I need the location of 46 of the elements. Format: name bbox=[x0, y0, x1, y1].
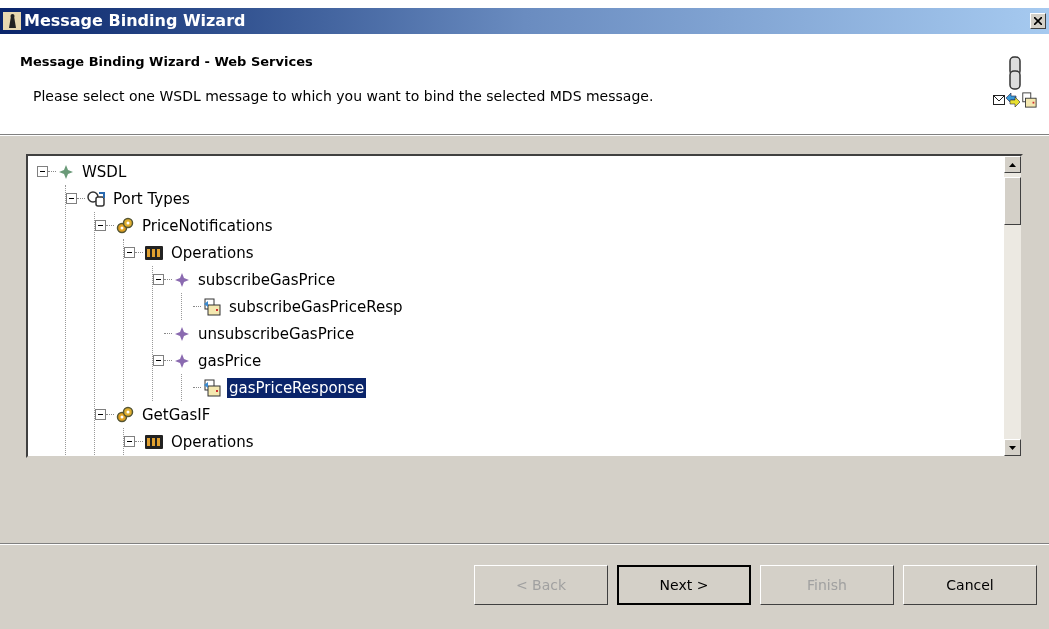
diamond-star-icon bbox=[58, 163, 74, 180]
envelope-icon bbox=[993, 95, 1005, 105]
swap-arrows-icon bbox=[1006, 93, 1020, 107]
wizard-button[interactable]: Next > bbox=[617, 565, 751, 605]
plug-icon bbox=[87, 190, 105, 207]
tree-item[interactable]: gasPriceResponse bbox=[227, 377, 367, 398]
tree-item[interactable]: WSDL bbox=[80, 161, 129, 182]
wizard-button[interactable]: Cancel bbox=[903, 565, 1037, 605]
collapse-toggle[interactable] bbox=[153, 355, 164, 366]
tree-item[interactable]: subscribeGasPrice bbox=[196, 269, 338, 290]
collapse-toggle[interactable] bbox=[66, 193, 77, 204]
tree-item[interactable]: GetGasIF bbox=[140, 404, 213, 425]
message-document-icon bbox=[1021, 92, 1037, 108]
page-description: Please select one WSDL message to which you want to bind the selected MDS message. bbox=[33, 86, 654, 106]
close-button[interactable] bbox=[1030, 13, 1046, 29]
chain-link-icon bbox=[1008, 56, 1022, 92]
scroll-thumb[interactable] bbox=[1004, 177, 1021, 225]
tree-item[interactable]: Operations bbox=[169, 242, 256, 263]
scrollbar[interactable] bbox=[1004, 156, 1021, 456]
collapse-toggle[interactable] bbox=[153, 274, 164, 285]
collapse-toggle[interactable] bbox=[37, 166, 48, 177]
message-document-icon bbox=[203, 297, 221, 316]
panel-icon bbox=[145, 434, 163, 449]
gears-icon bbox=[116, 405, 134, 424]
tree-item[interactable]: gasPrice bbox=[196, 350, 264, 371]
page-title: Message Binding Wizard - Web Services bbox=[20, 53, 314, 71]
diamond-star-icon bbox=[174, 325, 190, 342]
scroll-up-icon bbox=[1009, 162, 1016, 167]
tree-item[interactable]: Port Types bbox=[111, 188, 192, 209]
tree-item[interactable]: unsubscribeGasPrice bbox=[196, 323, 357, 344]
collapse-toggle[interactable] bbox=[124, 247, 135, 258]
message-document-icon bbox=[203, 378, 221, 397]
tree-item[interactable]: subscribeGasPriceResp bbox=[227, 296, 405, 317]
diamond-star-icon bbox=[174, 352, 190, 369]
panel-icon bbox=[145, 245, 163, 260]
close-icon bbox=[1034, 17, 1042, 25]
gears-icon bbox=[116, 216, 134, 235]
app-icon bbox=[3, 12, 21, 30]
collapse-toggle[interactable] bbox=[124, 436, 135, 447]
window-title: Message Binding Wizard bbox=[24, 10, 246, 32]
tree-item[interactable]: PriceNotifications bbox=[140, 215, 275, 236]
diamond-star-icon bbox=[174, 271, 190, 288]
collapse-toggle[interactable] bbox=[95, 409, 106, 420]
tree-item[interactable]: Operations bbox=[169, 431, 256, 452]
scroll-down-icon bbox=[1009, 445, 1016, 450]
collapse-toggle[interactable] bbox=[95, 220, 106, 231]
